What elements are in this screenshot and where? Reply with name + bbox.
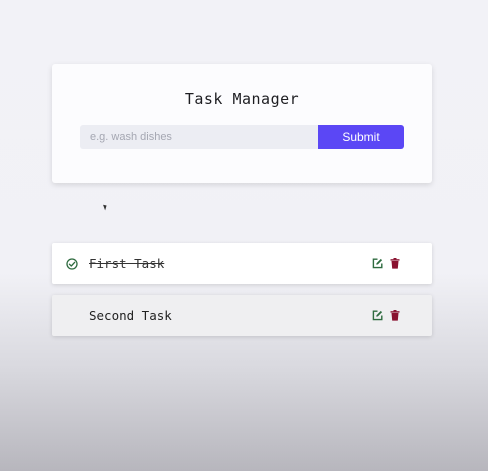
page-title: Task Manager — [184, 90, 300, 108]
trash-icon[interactable] — [390, 258, 400, 269]
edit-icon[interactable] — [372, 258, 383, 269]
task-form-card: Task Manager Submit — [52, 64, 432, 183]
task-text: Second Task — [89, 308, 172, 323]
submit-button[interactable]: Submit — [318, 125, 404, 149]
trash-icon[interactable] — [390, 310, 400, 321]
check-circle-icon[interactable] — [66, 258, 78, 270]
mouse-cursor — [103, 203, 108, 211]
task-text: First Task — [89, 256, 165, 271]
task-form: Submit — [80, 125, 404, 149]
task-input[interactable] — [80, 125, 318, 149]
edit-icon[interactable] — [372, 310, 383, 321]
task-item[interactable]: Second Task — [52, 295, 432, 336]
task-item[interactable]: First Task — [52, 243, 432, 284]
